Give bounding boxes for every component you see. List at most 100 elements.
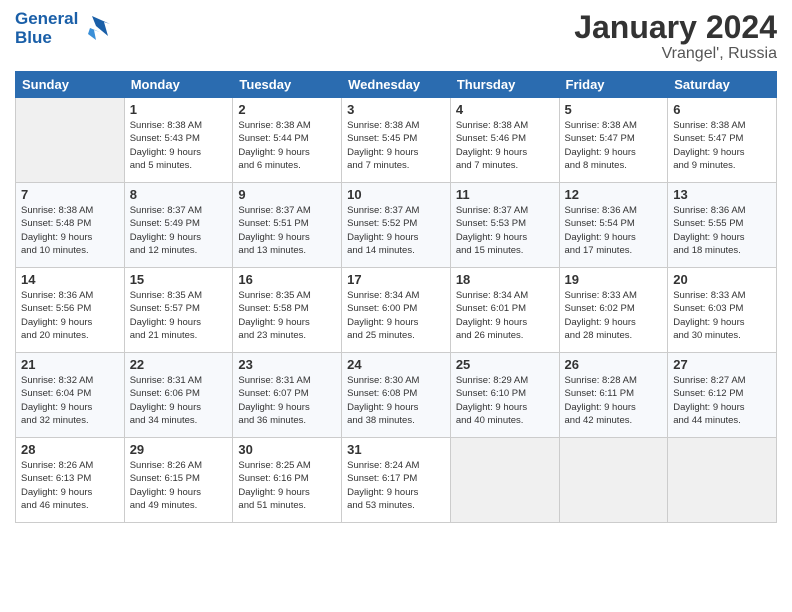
day-number: 23 — [238, 357, 336, 372]
week-row-1: 1Sunrise: 8:38 AM Sunset: 5:43 PM Daylig… — [16, 98, 777, 183]
header-friday: Friday — [559, 72, 668, 98]
cell-w2-d3: 9 Sunrise: 8:37 AM Sunset: 5:51 PM Daylig… — [233, 183, 342, 268]
week-row-2: 7 Sunrise: 8:38 AM Sunset: 5:48 PM Daylig… — [16, 183, 777, 268]
day-number: 7 — [21, 187, 119, 202]
day-info: Sunrise: 8:38 AM Sunset: 5:46 PM Dayligh… — [456, 119, 554, 172]
week-row-3: 14 Sunrise: 8:36 AM Sunset: 5:56 PM Dayli… — [16, 268, 777, 353]
cell-w2-d1: 7 Sunrise: 8:38 AM Sunset: 5:48 PM Daylig… — [16, 183, 125, 268]
header-sunday: Sunday — [16, 72, 125, 98]
day-info: Sunrise: 8:31 AM Sunset: 6:06 PM Dayligh… — [130, 374, 228, 427]
day-info: Sunrise: 8:28 AM Sunset: 6:11 PM Dayligh… — [565, 374, 663, 427]
day-number: 6 — [673, 102, 771, 117]
cell-w3-d5: 18Sunrise: 8:34 AM Sunset: 6:01 PM Dayli… — [450, 268, 559, 353]
cell-w1-d6: 5 Sunrise: 8:38 AM Sunset: 5:47 PM Daylig… — [559, 98, 668, 183]
day-number: 31 — [347, 442, 445, 457]
cell-w5-d6 — [559, 438, 668, 523]
location-title: Vrangel', Russia — [574, 45, 777, 63]
day-number: 11 — [456, 187, 554, 202]
day-info: Sunrise: 8:34 AM Sunset: 6:01 PM Dayligh… — [456, 289, 554, 342]
day-info: Sunrise: 8:38 AM Sunset: 5:43 PM Dayligh… — [130, 119, 228, 172]
day-info: Sunrise: 8:26 AM Sunset: 6:13 PM Dayligh… — [21, 459, 119, 512]
day-number: 21 — [21, 357, 119, 372]
cell-w5-d2: 29 Sunrise: 8:26 AM Sunset: 6:15 PM Dayli… — [124, 438, 233, 523]
day-info: Sunrise: 8:37 AM Sunset: 5:53 PM Dayligh… — [456, 204, 554, 257]
day-info: Sunrise: 8:33 AM Sunset: 6:02 PM Dayligh… — [565, 289, 663, 342]
header-row: SundayMondayTuesdayWednesdayThursdayFrid… — [16, 72, 777, 98]
page-container: General Blue January 2024 Vrangel', Russ… — [0, 0, 792, 612]
logo-content: General Blue — [15, 10, 112, 47]
cell-w1-d4: 3Sunrise: 8:38 AM Sunset: 5:45 PM Daylig… — [342, 98, 451, 183]
cell-w3-d3: 16Sunrise: 8:35 AM Sunset: 5:58 PM Dayli… — [233, 268, 342, 353]
day-info: Sunrise: 8:24 AM Sunset: 6:17 PM Dayligh… — [347, 459, 445, 512]
cell-w1-d5: 4 Sunrise: 8:38 AM Sunset: 5:46 PM Daylig… — [450, 98, 559, 183]
day-info: Sunrise: 8:35 AM Sunset: 5:57 PM Dayligh… — [130, 289, 228, 342]
day-number: 30 — [238, 442, 336, 457]
day-number: 8 — [130, 187, 228, 202]
calendar-table: SundayMondayTuesdayWednesdayThursdayFrid… — [15, 71, 777, 523]
day-info: Sunrise: 8:37 AM Sunset: 5:51 PM Dayligh… — [238, 204, 336, 257]
logo-icon — [82, 14, 112, 44]
week-row-5: 28Sunrise: 8:26 AM Sunset: 6:13 PM Dayli… — [16, 438, 777, 523]
day-info: Sunrise: 8:25 AM Sunset: 6:16 PM Dayligh… — [238, 459, 336, 512]
cell-w5-d1: 28Sunrise: 8:26 AM Sunset: 6:13 PM Dayli… — [16, 438, 125, 523]
cell-w5-d4: 31 Sunrise: 8:24 AM Sunset: 6:17 PM Dayli… — [342, 438, 451, 523]
day-number: 10 — [347, 187, 445, 202]
cell-w4-d7: 27 Sunrise: 8:27 AM Sunset: 6:12 PM Dayli… — [668, 353, 777, 438]
day-number: 4 — [456, 102, 554, 117]
cell-w3-d7: 20 Sunrise: 8:33 AM Sunset: 6:03 PM Dayli… — [668, 268, 777, 353]
cell-w4-d2: 22 Sunrise: 8:31 AM Sunset: 6:06 PM Dayli… — [124, 353, 233, 438]
day-info: Sunrise: 8:38 AM Sunset: 5:47 PM Dayligh… — [565, 119, 663, 172]
header-tuesday: Tuesday — [233, 72, 342, 98]
cell-w3-d4: 17Sunrise: 8:34 AM Sunset: 6:00 PM Dayli… — [342, 268, 451, 353]
cell-w4-d1: 21Sunrise: 8:32 AM Sunset: 6:04 PM Dayli… — [16, 353, 125, 438]
cell-w3-d1: 14 Sunrise: 8:36 AM Sunset: 5:56 PM Dayli… — [16, 268, 125, 353]
logo-line2: Blue — [15, 29, 78, 48]
day-number: 22 — [130, 357, 228, 372]
day-number: 12 — [565, 187, 663, 202]
day-info: Sunrise: 8:30 AM Sunset: 6:08 PM Dayligh… — [347, 374, 445, 427]
cell-w5-d3: 30 Sunrise: 8:25 AM Sunset: 6:16 PM Dayli… — [233, 438, 342, 523]
cell-w1-d2: 1Sunrise: 8:38 AM Sunset: 5:43 PM Daylig… — [124, 98, 233, 183]
day-info: Sunrise: 8:38 AM Sunset: 5:45 PM Dayligh… — [347, 119, 445, 172]
cell-w4-d4: 24Sunrise: 8:30 AM Sunset: 6:08 PM Dayli… — [342, 353, 451, 438]
day-info: Sunrise: 8:31 AM Sunset: 6:07 PM Dayligh… — [238, 374, 336, 427]
cell-w1-d1 — [16, 98, 125, 183]
day-info: Sunrise: 8:36 AM Sunset: 5:56 PM Dayligh… — [21, 289, 119, 342]
day-number: 14 — [21, 272, 119, 287]
header-wednesday: Wednesday — [342, 72, 451, 98]
day-info: Sunrise: 8:38 AM Sunset: 5:48 PM Dayligh… — [21, 204, 119, 257]
day-number: 5 — [565, 102, 663, 117]
month-title: January 2024 — [574, 10, 777, 45]
day-info: Sunrise: 8:38 AM Sunset: 5:47 PM Dayligh… — [673, 119, 771, 172]
header-saturday: Saturday — [668, 72, 777, 98]
cell-w2-d6: 12 Sunrise: 8:36 AM Sunset: 5:54 PM Dayli… — [559, 183, 668, 268]
day-info: Sunrise: 8:29 AM Sunset: 6:10 PM Dayligh… — [456, 374, 554, 427]
day-number: 29 — [130, 442, 228, 457]
cell-w5-d5 — [450, 438, 559, 523]
day-number: 26 — [565, 357, 663, 372]
day-number: 16 — [238, 272, 336, 287]
header-thursday: Thursday — [450, 72, 559, 98]
day-info: Sunrise: 8:36 AM Sunset: 5:55 PM Dayligh… — [673, 204, 771, 257]
day-number: 27 — [673, 357, 771, 372]
cell-w1-d3: 2 Sunrise: 8:38 AM Sunset: 5:44 PM Daylig… — [233, 98, 342, 183]
day-info: Sunrise: 8:33 AM Sunset: 6:03 PM Dayligh… — [673, 289, 771, 342]
cell-w1-d7: 6 Sunrise: 8:38 AM Sunset: 5:47 PM Daylig… — [668, 98, 777, 183]
day-number: 17 — [347, 272, 445, 287]
day-number: 2 — [238, 102, 336, 117]
day-number: 9 — [238, 187, 336, 202]
day-info: Sunrise: 8:36 AM Sunset: 5:54 PM Dayligh… — [565, 204, 663, 257]
header: General Blue January 2024 Vrangel', Russ… — [15, 10, 777, 63]
day-number: 20 — [673, 272, 771, 287]
cell-w4-d6: 26 Sunrise: 8:28 AM Sunset: 6:11 PM Dayli… — [559, 353, 668, 438]
cell-w2-d4: 10Sunrise: 8:37 AM Sunset: 5:52 PM Dayli… — [342, 183, 451, 268]
title-section: January 2024 Vrangel', Russia — [574, 10, 777, 63]
cell-w2-d5: 11 Sunrise: 8:37 AM Sunset: 5:53 PM Dayli… — [450, 183, 559, 268]
day-info: Sunrise: 8:38 AM Sunset: 5:44 PM Dayligh… — [238, 119, 336, 172]
day-info: Sunrise: 8:26 AM Sunset: 6:15 PM Dayligh… — [130, 459, 228, 512]
day-number: 13 — [673, 187, 771, 202]
day-info: Sunrise: 8:27 AM Sunset: 6:12 PM Dayligh… — [673, 374, 771, 427]
cell-w5-d7 — [668, 438, 777, 523]
cell-w3-d2: 15Sunrise: 8:35 AM Sunset: 5:57 PM Dayli… — [124, 268, 233, 353]
day-number: 25 — [456, 357, 554, 372]
